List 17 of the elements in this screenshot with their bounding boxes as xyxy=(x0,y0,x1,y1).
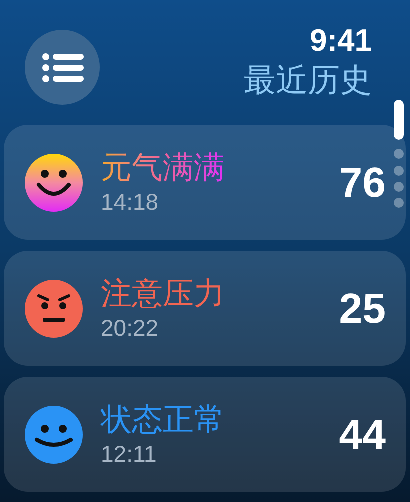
entry-time: 12:11 xyxy=(101,440,158,468)
mood-label: 注意压力 xyxy=(101,274,225,312)
entry-time: 14:18 xyxy=(101,188,160,216)
history-card[interactable]: 注意压力 20:22 25 xyxy=(4,251,406,366)
mood-score: 76 xyxy=(339,158,386,208)
face-icon xyxy=(25,406,83,464)
face-icon xyxy=(25,154,83,212)
mood-label: 状态正常 xyxy=(101,400,225,438)
face-icon xyxy=(25,280,83,338)
mood-score: 44 xyxy=(339,410,386,460)
screen-title: 最近历史 xyxy=(244,61,372,100)
mood-score: 25 xyxy=(339,284,386,334)
clock-time: 9:41 xyxy=(310,22,372,60)
history-card[interactable]: 状态正常 12:11 44 xyxy=(4,377,406,492)
entry-time: 20:22 xyxy=(101,314,160,342)
history-card[interactable]: 元气满满 14:18 76 xyxy=(4,125,406,240)
list-icon xyxy=(42,52,84,82)
